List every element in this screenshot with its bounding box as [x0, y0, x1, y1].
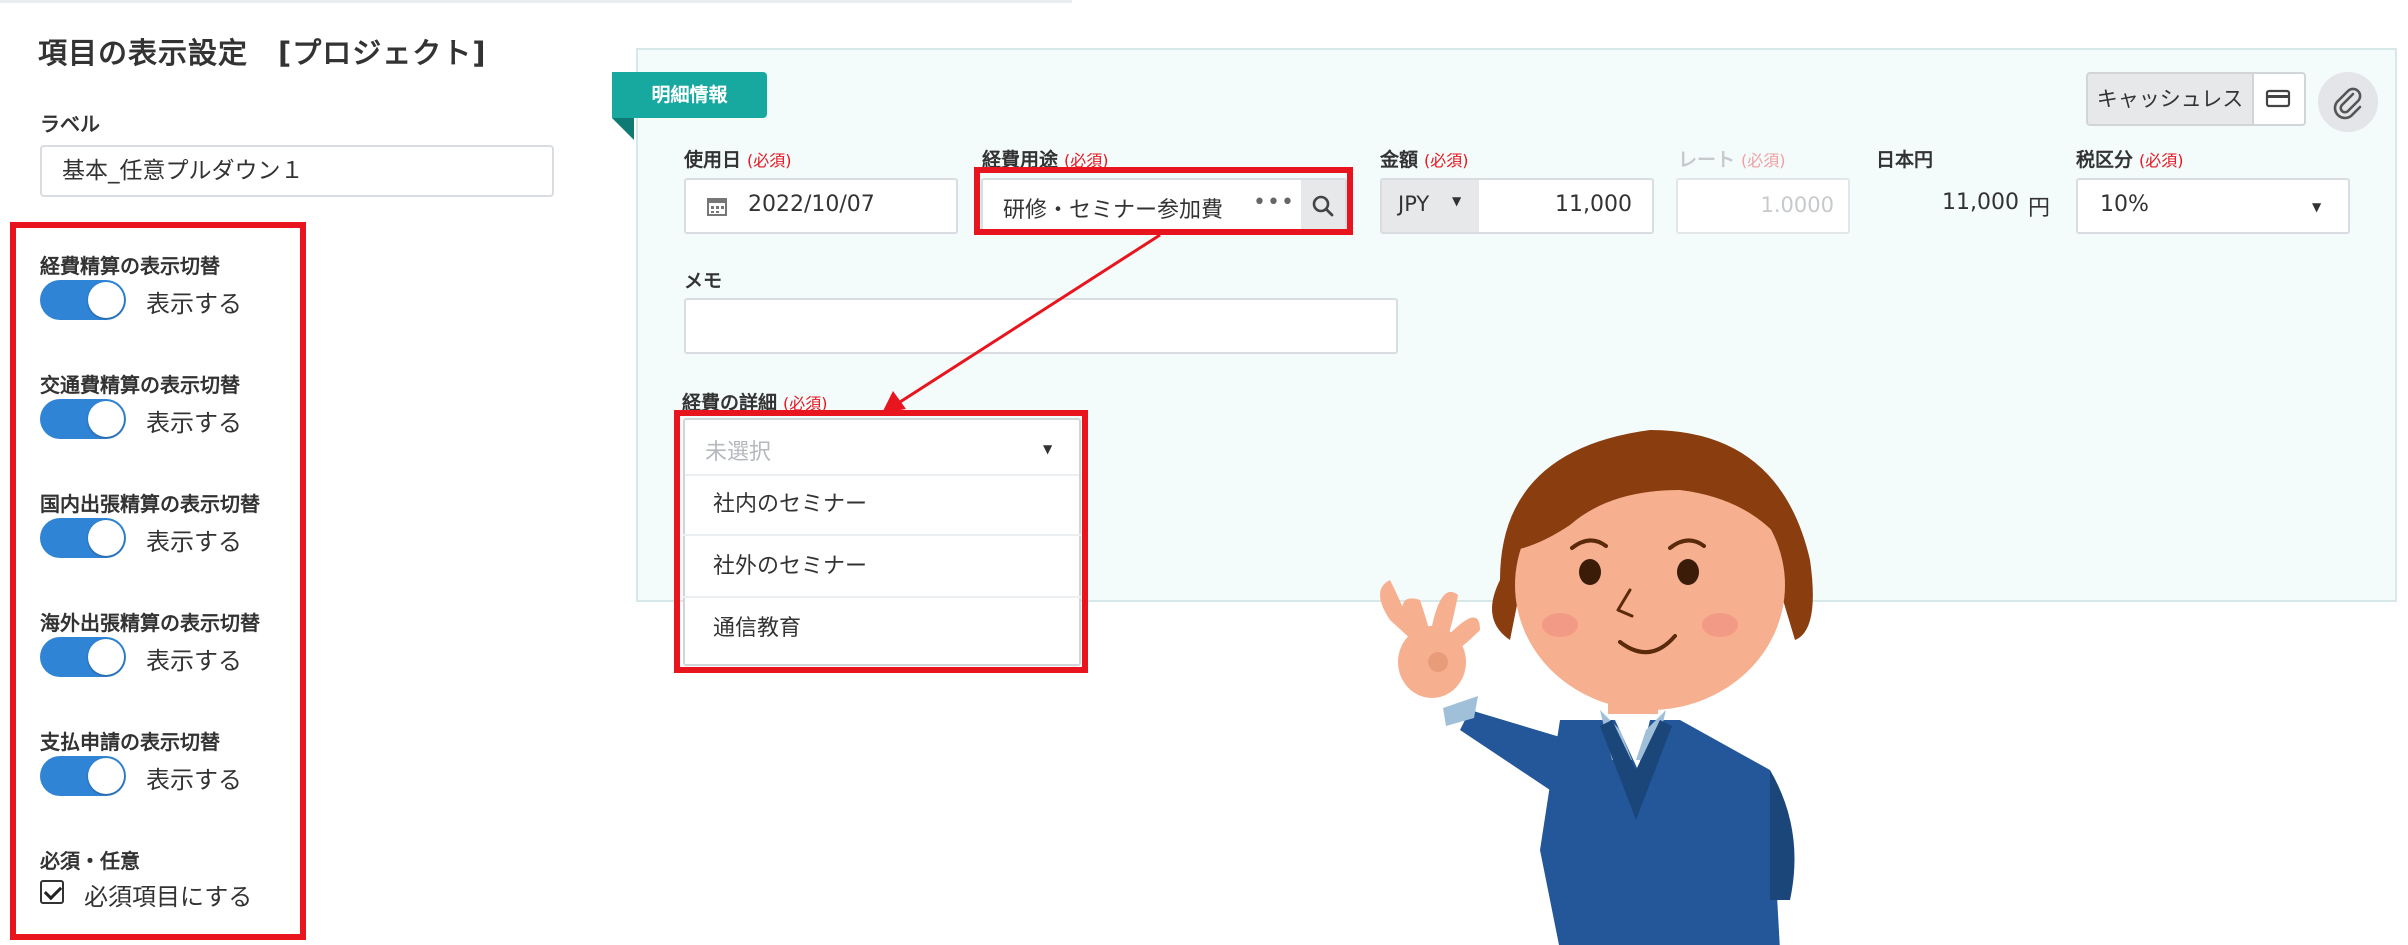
- woman-ok-gesture-illustration: [1380, 430, 1813, 945]
- connector-arrow: [882, 233, 1161, 413]
